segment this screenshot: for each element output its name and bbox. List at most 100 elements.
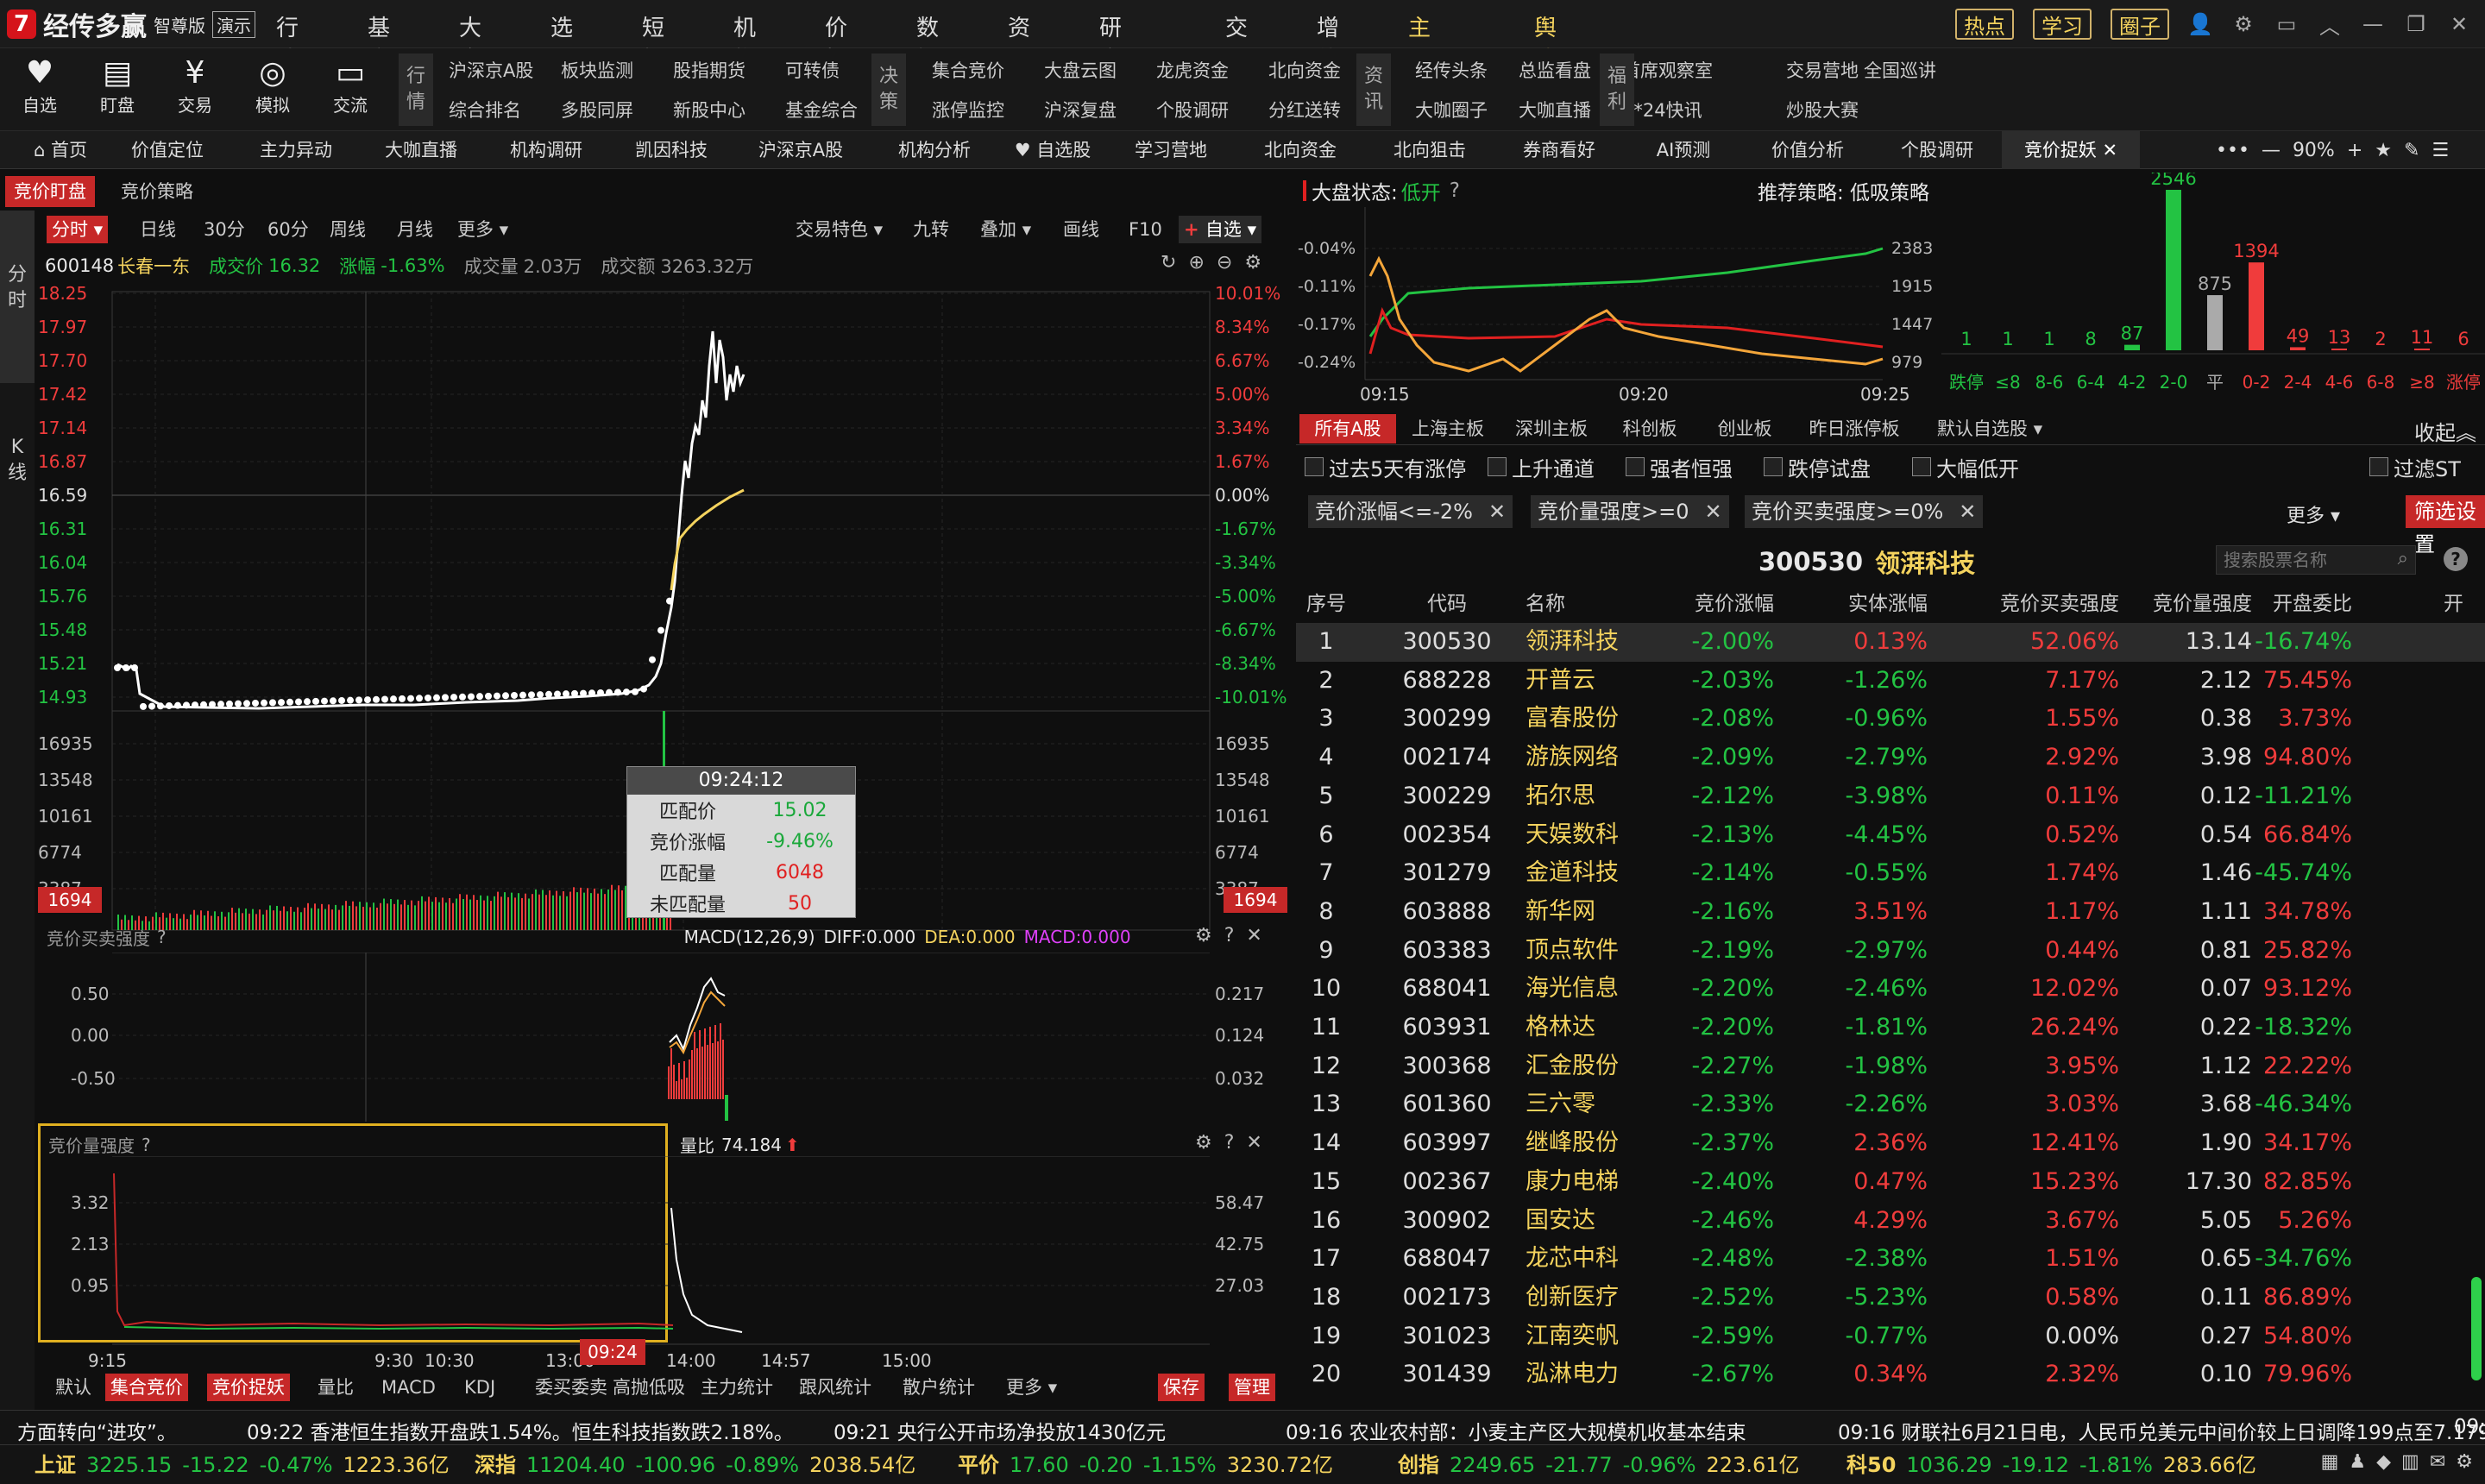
more-icon[interactable]: ••• [2216, 140, 2249, 161]
tool-link[interactable]: 新股中心 [673, 97, 746, 123]
layout-icon[interactable]: ▭ [2274, 12, 2299, 36]
table-row[interactable]: 1 300530 领湃科技 -2.00% 0.13% 52.06% 13.14 -16.74% [1296, 623, 2485, 662]
stats-icon[interactable]: ▥ [2401, 1451, 2419, 1473]
indicator-tab-11[interactable]: 更多 ▾ [1001, 1374, 1062, 1401]
tool-link[interactable]: 涨停监控 [932, 97, 1004, 123]
chart-tab-6[interactable]: 更多 ▾ [452, 216, 513, 243]
tool-heart[interactable]: ♥ 自选 [5, 53, 74, 116]
tool-chat[interactable]: ▭ 交流 [316, 53, 385, 116]
compass-icon[interactable]: ◆ [2376, 1451, 2391, 1473]
tab-auction-watch[interactable]: 竞价盯盘 [5, 176, 95, 207]
column-header-8[interactable]: 开 [2444, 587, 2463, 621]
nav-tab-14[interactable]: 价值分析 [1743, 131, 1872, 169]
tool-link[interactable]: 沪深京A股 [449, 57, 533, 83]
nav-tab-7[interactable]: 机构分析 [870, 131, 999, 169]
tool-link[interactable]: 分红送转 [1268, 97, 1341, 123]
news-item[interactable]: 方面转向“进攻”。 [17, 1416, 177, 1445]
list-icon[interactable]: ☰ [2432, 140, 2449, 161]
zoom-in-icon[interactable]: + [2347, 140, 2362, 161]
chart-tab-3[interactable]: 60分 [262, 216, 314, 243]
collapse-button[interactable]: 收起︽ [2414, 416, 2476, 446]
tool-link[interactable]: 可转债 [785, 57, 840, 83]
restore-icon[interactable]: ❐ [2404, 12, 2428, 36]
table-row[interactable]: 17 688047 龙芯中科 -2.48% -2.38% 1.51% 0.65 -34.76% [1296, 1240, 2485, 1279]
indicator-tab-10[interactable]: 散户统计 [897, 1374, 980, 1401]
save-button[interactable]: 保存 [1158, 1374, 1205, 1401]
filter-checkbox-2[interactable]: 强者恒强 [1626, 454, 1733, 481]
board-tab-2[interactable]: 深圳主板 [1503, 414, 1600, 443]
indicator-tab-9[interactable]: 跟风统计 [794, 1374, 877, 1401]
index-3[interactable]: 创指 2249.65 -21.77 -0.96% 223.61亿 [1398, 1450, 1800, 1480]
filter-checkbox-3[interactable]: 跌停试盘 [1764, 454, 1871, 481]
tool-link[interactable]: 全国巡讲 [1864, 57, 1936, 83]
condition-chip-1[interactable]: 竞价量强度>=0 ✕ [1531, 495, 1729, 528]
condition-chip-2[interactable]: 竞价买卖强度>=0% ✕ [1745, 495, 1984, 528]
manage-button[interactable]: 管理 [1229, 1374, 1275, 1401]
table-row[interactable]: 15 002367 康力电梯 -2.40% 0.47% 15.23% 17.30 82.85% [1296, 1163, 2485, 1202]
indicator-tab-8[interactable]: 主力统计 [695, 1374, 778, 1401]
column-header-2[interactable]: 名称 [1526, 587, 1565, 621]
board-tab-3[interactable]: 科创板 [1607, 414, 1693, 443]
nav-tab-16[interactable]: 竞价捉妖 ✕ [2002, 131, 2140, 169]
indicator-tab-0[interactable]: 默认 [50, 1374, 97, 1401]
chart-tool-1[interactable]: 九转 [908, 216, 954, 243]
chart-tool-5[interactable]: + 自选 ▾ [1179, 216, 1262, 243]
chart-tool-3[interactable]: 画线 [1058, 216, 1104, 243]
board-tab-1[interactable]: 上海主板 [1400, 414, 1496, 443]
zoom-in-icon[interactable]: ⊕ [1188, 252, 1204, 274]
message-icon[interactable]: ✉ [2430, 1451, 2445, 1473]
stock-name[interactable]: 长春一东 [117, 253, 190, 279]
stock-search-box[interactable]: ⌕ [2216, 545, 2416, 575]
filter-checkbox-4[interactable]: 大幅低开 [1912, 454, 2019, 481]
settings-icon[interactable]: ⚙ [1244, 252, 1261, 274]
news-item[interactable]: 09:21 央行公开市场净投放1430亿元 [834, 1416, 1166, 1445]
remove-condition-icon[interactable]: ✕ [1705, 500, 1722, 524]
table-row[interactable]: 14 603997 继峰股份 -2.37% 2.36% 12.41% 1.90 34.17% [1296, 1124, 2485, 1163]
nav-tab-13[interactable]: AI预测 [1624, 131, 1743, 169]
nav-tab-3[interactable]: 大咖直播 [361, 131, 481, 169]
close-icon[interactable]: ✕ [1246, 1132, 1261, 1154]
board-tab-5[interactable]: 昨日涨停板 [1795, 414, 1914, 443]
tool-link[interactable]: 龙虎资金 [1156, 57, 1229, 83]
table-row[interactable]: 4 002174 游族网络 -2.09% -2.79% 2.92% 3.98 94.80% [1296, 739, 2485, 777]
nav-tab-6[interactable]: 沪深京A股 [732, 131, 870, 169]
board-tab-4[interactable]: 创业板 [1698, 414, 1791, 443]
help-icon[interactable]: ? [157, 927, 167, 947]
board-tab-0[interactable]: 所有A股 [1299, 414, 1396, 443]
filter-checkbox-1[interactable]: 上升通道 [1488, 454, 1595, 481]
demo-badge[interactable]: 演示 [212, 10, 255, 38]
gear-icon[interactable]: ⚙ [2456, 1451, 2473, 1473]
tool-link[interactable]: 股指期货 [673, 57, 746, 83]
sidebar-intraday[interactable]: 分时 [0, 211, 35, 383]
indicator-tab-1[interactable]: 集合竞价 [105, 1374, 188, 1401]
nav-tab-9[interactable]: 学习营地 [1106, 131, 1236, 169]
news-item[interactable]: 09:55 C [2454, 1416, 2485, 1438]
indicator-tab-4[interactable]: MACD [376, 1374, 441, 1401]
news-item[interactable]: 09:16 财联社6月21日电，人民币兑美元中间价较上日调降199点至7.179… [1838, 1416, 2485, 1445]
star-icon[interactable]: ★ [2375, 140, 2392, 161]
close-icon[interactable]: ✕ [1246, 925, 1261, 946]
table-row[interactable]: 5 300229 拓尔思 -2.12% -3.98% 0.11% 0.12 -11.21% [1296, 777, 2485, 816]
indicator-tab-2[interactable]: 竞价捉妖 [207, 1374, 290, 1401]
nav-tab-1[interactable]: 价值定位 [104, 131, 231, 169]
settings-icon[interactable]: ⚙ [1195, 1132, 1212, 1154]
chart-tool-2[interactable]: 叠加 ▾ [975, 216, 1036, 243]
chart-tab-5[interactable]: 月线 [392, 216, 438, 243]
table-row[interactable]: 16 300902 国安达 -2.46% 4.29% 3.67% 5.05 5.26% [1296, 1202, 2485, 1241]
chart-tab-0[interactable]: 分时 ▾ [47, 216, 109, 243]
column-header-0[interactable]: 序号 [1306, 587, 1346, 621]
help-icon[interactable]: ? [2444, 547, 2468, 571]
tool-link[interactable]: 个股调研 [1156, 97, 1229, 123]
table-scrollbar[interactable] [2471, 1277, 2482, 1380]
table-row[interactable]: 7 301279 金道科技 -2.14% -0.55% 1.74% 1.46 -45.74% [1296, 854, 2485, 893]
tool-link[interactable]: 多股同屏 [561, 97, 633, 123]
tool-link[interactable]: 集合竞价 [932, 57, 1004, 83]
help-icon[interactable]: ? [1224, 925, 1235, 946]
tool-link[interactable]: 交易营地 [1786, 57, 1859, 83]
tab-auction-strategy[interactable]: 竞价策略 [112, 176, 202, 207]
tool-link[interactable]: 炒股大赛 [1786, 97, 1859, 123]
indicator-tab-3[interactable]: 量比 [312, 1374, 359, 1401]
column-header-7[interactable]: 开盘委比 [2214, 587, 2352, 621]
table-row[interactable]: 13 601360 三六零 -2.33% -2.26% 3.03% 3.68 -46.34% [1296, 1085, 2485, 1124]
table-row[interactable]: 8 603888 新华网 -2.16% 3.51% 1.17% 1.11 34.78% [1296, 893, 2485, 932]
